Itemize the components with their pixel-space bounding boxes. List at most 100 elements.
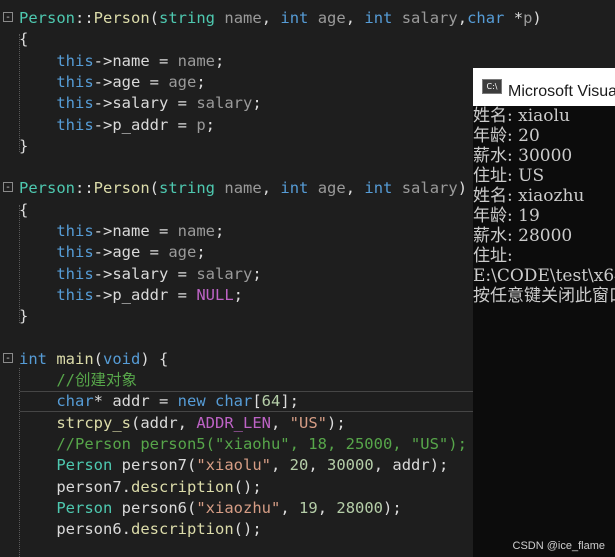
code-token: ( xyxy=(130,413,141,432)
code-line[interactable]: } xyxy=(19,136,28,157)
code-token: name xyxy=(177,51,215,70)
code-token: (); xyxy=(233,520,262,539)
code-token: = xyxy=(140,72,169,91)
code-token: int xyxy=(280,179,309,198)
console-app-icon: C:\ xyxy=(482,79,502,94)
code-token: age xyxy=(317,9,346,27)
code-line[interactable]: this->age = age; xyxy=(19,72,206,93)
code-token: 20 xyxy=(289,456,309,475)
code-token: int xyxy=(19,349,47,368)
code-token: ); xyxy=(383,498,402,517)
code-token: ; xyxy=(252,94,262,113)
code-line[interactable]: this->salary = salary; xyxy=(19,93,262,114)
code-line[interactable]: strcpy_s(addr, ADDR_LEN, "US"); xyxy=(19,413,346,434)
code-token: char xyxy=(467,9,505,27)
console-line: E:\CODE\test\x64\Debug\test.exe xyxy=(473,266,615,286)
code-token: } xyxy=(19,136,29,155)
code-line[interactable]: int main(void) { xyxy=(19,349,168,370)
code-line[interactable]: person6.description(); xyxy=(19,519,262,540)
code-token: this xyxy=(56,243,94,262)
code-line[interactable]: this->p_addr = NULL; xyxy=(19,285,243,306)
collapse-toggle-icon[interactable]: - xyxy=(3,353,13,364)
console-line: 按任意键关闭此窗口. . . xyxy=(473,286,615,306)
code-line[interactable]: Person::Person(string name, int age, int… xyxy=(19,178,467,199)
code-token: void xyxy=(103,349,141,368)
code-token: = xyxy=(140,243,169,262)
code-token: person7 xyxy=(121,456,187,475)
code-line[interactable]: this->salary = salary; xyxy=(19,264,261,285)
debug-console-window[interactable]: C:\ Microsoft Visual Studio 调试控制台 姓名: xi… xyxy=(473,68,615,557)
code-token: = xyxy=(168,285,197,304)
code-line[interactable]: { xyxy=(19,200,28,221)
code-token: this xyxy=(56,94,94,113)
code-line[interactable]: //Person person5("xiaohu", 18, 25000, "U… xyxy=(19,434,467,455)
code-token: this xyxy=(56,264,94,283)
code-line[interactable]: //创建对象 xyxy=(19,370,137,391)
code-token: ; xyxy=(196,72,206,91)
code-token: , xyxy=(270,413,290,432)
code-token: this xyxy=(56,285,94,304)
console-output: 姓名: xiaolu 年龄: 20 薪水: 30000 住址: US 姓名: xiaoz… xyxy=(473,106,615,306)
code-token: (); xyxy=(233,477,262,496)
console-line: 住址: US xyxy=(473,166,545,186)
code-token: Person xyxy=(19,9,75,27)
code-token: ) xyxy=(532,9,542,27)
code-token: Person xyxy=(19,179,75,198)
code-token: [ xyxy=(252,392,262,411)
code-line[interactable]: Person::Person(string name, int age, int… xyxy=(19,8,542,29)
code-line[interactable]: this->name = name; xyxy=(19,51,224,72)
collapse-toggle-icon[interactable]: - xyxy=(3,182,13,193)
code-token: -> xyxy=(93,285,113,304)
code-line[interactable]: person7.description(); xyxy=(19,477,262,498)
code-token: this xyxy=(56,115,94,134)
code-token: age xyxy=(317,179,346,198)
console-line: 年龄: 19 xyxy=(473,206,540,226)
code-token: "xiaozhu" xyxy=(196,498,281,517)
code-token: ; xyxy=(214,51,225,70)
code-line[interactable]: Person person7("xiaolu", 20, 30000, addr… xyxy=(19,455,448,476)
code-token: int xyxy=(280,9,309,27)
code-token: age xyxy=(112,243,141,262)
code-token: description xyxy=(131,520,234,539)
code-line[interactable]: { xyxy=(19,29,28,50)
code-token: ); xyxy=(326,413,346,432)
code-token: ADDR_LEN xyxy=(196,413,271,432)
code-line[interactable]: Person person6("xiaozhu", 19, 28000); xyxy=(19,498,402,519)
code-token: name xyxy=(224,179,262,198)
code-token: p_addr xyxy=(112,285,169,304)
code-token: //Person person5("xiaohu", 18, 25000, "U… xyxy=(56,435,467,453)
code-token: -> xyxy=(93,51,113,70)
code-token: -> xyxy=(93,115,113,134)
code-line[interactable]: this->p_addr = p; xyxy=(19,115,215,136)
code-token: . xyxy=(121,520,131,539)
code-line[interactable]: } xyxy=(19,306,28,327)
code-token: addr xyxy=(392,456,430,475)
code-token: ( xyxy=(149,179,160,198)
code-line[interactable]: this->age = age; xyxy=(19,242,205,263)
code-token: addr xyxy=(140,413,178,432)
code-token: = xyxy=(168,115,197,134)
code-line[interactable]: this->name = name; xyxy=(19,221,224,242)
code-token: , xyxy=(308,456,328,475)
code-line[interactable]: char* addr = new char[64]; xyxy=(19,391,299,412)
collapse-toggle-icon[interactable]: - xyxy=(3,12,13,23)
console-titlebar[interactable]: C:\ Microsoft Visual Studio 调试控制台 xyxy=(473,68,615,106)
console-line: 年龄: 20 xyxy=(473,126,540,146)
code-token: "xiaolu" xyxy=(196,456,271,475)
code-token: name xyxy=(112,51,150,70)
code-token: "US" xyxy=(289,413,327,432)
code-token: { xyxy=(19,30,29,49)
